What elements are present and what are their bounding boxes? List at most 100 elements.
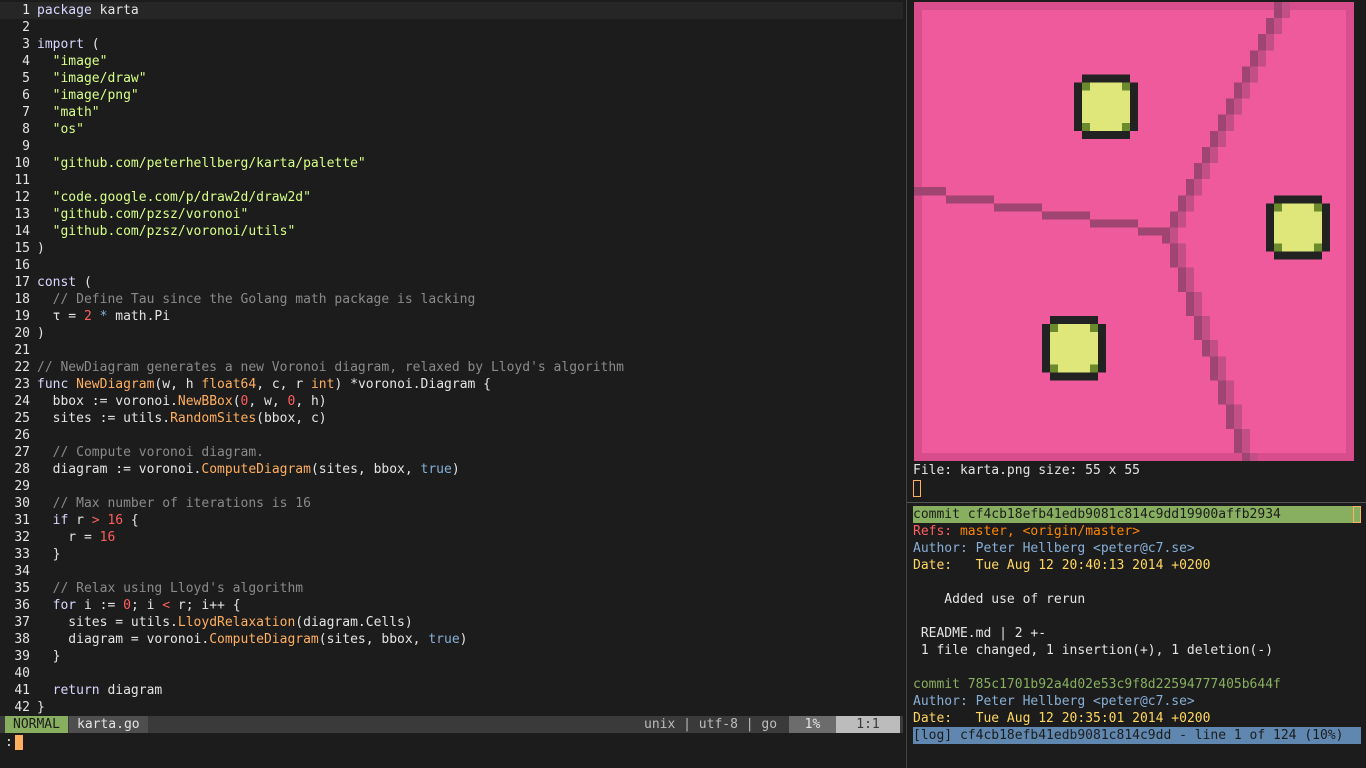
voronoi-edge-pixel [1034,203,1042,212]
line-number: 28 [14,462,30,477]
code-line[interactable]: 5 "image/draw" [0,70,903,87]
code-line[interactable]: 14 "github.com/pzsz/voronoi/utils" [0,223,903,240]
line-number: 29 [14,479,30,494]
voronoi-edge-pixel [1138,227,1146,236]
code-line[interactable]: 33 } [0,546,903,563]
code-line[interactable]: 8 "os" [0,121,903,138]
line-number: 10 [14,156,30,171]
code-line[interactable]: 9 [0,138,903,155]
code-editor[interactable]: 1 package karta 2 3 import (4 "image" 5 "imag… [0,0,903,716]
voronoi-edge-pixel [1194,299,1202,308]
code-line[interactable]: 26 [0,427,903,444]
voronoi-edge-pixel [1218,396,1226,405]
commit-line[interactable]: commit 785c1701b92a4d02e53c9f8d225947774… [913,676,1281,693]
code-line[interactable]: 16 [0,257,903,274]
code-line[interactable]: 1 package karta [0,2,903,19]
line-number: 16 [14,258,30,273]
code-line[interactable]: 35 // Relax using Lloyd's algorithm [0,580,903,597]
voronoi-edge-pixel [1050,211,1058,220]
voronoi-edge-pixel [1210,364,1218,373]
code-line[interactable]: 23 func NewDiagram(w, h float64, c, r int… [0,376,903,393]
command-line[interactable]: : [5,734,23,751]
code-line[interactable]: 15) [0,240,903,257]
code-line[interactable]: 37 sites = utils.LloydRelaxation(diagram… [0,614,903,631]
voronoi-edge-pixel [1226,122,1234,131]
code-token: (diagram.Cells) [295,615,413,630]
code-token: (bbox, c) [256,411,327,426]
line-number: 26 [14,428,30,443]
karta-image-preview [914,2,1354,461]
code-line[interactable]: 34 [0,563,903,580]
code-line[interactable]: 22 // NewDiagram generates a new Voronoi … [0,359,903,376]
code-line[interactable]: 20) [0,325,903,342]
line-number: 4 [22,54,30,69]
voronoi-edge-pixel [1218,372,1226,381]
code-line[interactable]: 29 [0,478,903,495]
code-line[interactable]: 31 if r > 16 { [0,512,903,529]
site-outline [1266,203,1274,252]
code-line[interactable]: 38 diagram = voronoi.ComputeDiagram(site… [0,631,903,648]
voronoi-edge-pixel [1186,275,1194,284]
code-line[interactable]: 11 [0,172,903,189]
voronoi-edge-pixel [1266,18,1274,27]
voronoi-edge-pixel [1202,155,1210,164]
code-line[interactable]: 10 "github.com/peterhellberg/karta/palet… [0,155,903,172]
code-line[interactable]: 3 import ( [0,36,903,53]
voronoi-edge-pixel [1170,251,1178,260]
code-line[interactable]: 2 [0,19,903,36]
voronoi-edge-pixel [1234,90,1242,99]
voronoi-edge-pixel [1170,219,1178,228]
status-percent: 1% [789,716,836,733]
code-line[interactable]: 7 "math" [0,104,903,121]
code-line[interactable]: 24 bbox := voronoi.NewBBox(0, w, 0, h) [0,393,903,410]
voronoi-edge-pixel [1178,259,1186,268]
code-token: } [37,700,45,715]
code-line[interactable]: 25 sites := utils.RandomSites(bbox, c) [0,410,903,427]
voronoi-edge-pixel [1194,308,1202,317]
code-line[interactable]: 28 diagram := voronoi.ComputeDiagram(sit… [0,461,903,478]
line-number: 11 [14,173,30,188]
voronoi-edge-pixel [1186,187,1194,196]
code-line[interactable]: 30 // Max number of iterations is 16 [0,495,903,512]
voronoi-edge-pixel [986,195,994,204]
voronoi-edge-pixel [1074,211,1082,220]
commit-line-selected[interactable]: commit cf4cb18efb41edb9081c814c9dd19900a… [913,506,1360,523]
code-line[interactable]: 19 τ = 2 * math.Pi [0,308,903,325]
code-line[interactable]: 4 "image" [0,53,903,70]
voronoi-edge-pixel [1234,420,1242,429]
voronoi-edge-pixel [1186,179,1194,188]
voronoi-edge-pixel [1258,50,1266,59]
code-token: diagram := voronoi. [37,462,202,477]
code-token: ( [76,275,92,290]
code-line[interactable]: 40 [0,665,903,682]
voronoi-edge-pixel [1058,211,1066,220]
code-line[interactable]: 39 } [0,648,903,665]
code-token: > [91,513,100,528]
code-token: // Relax using Lloyd's algorithm [52,581,304,596]
status-position: 1:1 [836,716,900,733]
code-line[interactable]: 21 [0,342,903,359]
code-line[interactable]: 13 "github.com/pzsz/voronoi" [0,206,903,223]
site-outline [1042,324,1050,373]
code-line[interactable]: 18 // Define Tau since the Golang math p… [0,291,903,308]
voronoi-edge-pixel [1218,122,1226,131]
code-line[interactable]: 27 // Compute voronoi diagram. [0,444,903,461]
vertical-split-divider[interactable] [906,0,907,768]
diffstat-summary: 1 file changed, 1 insertion(+), 1 deleti… [913,643,1274,658]
code-line[interactable]: 41 return diagram [0,682,903,699]
code-line[interactable]: 6 "image/png" [0,87,903,104]
code-line[interactable]: 17 const ( [0,274,903,291]
code-line[interactable]: 42} [0,699,903,716]
code-line[interactable]: 12 "code.google.com/p/draw2d/draw2d" [0,189,903,206]
code-line[interactable]: 32 r = 16 [0,529,903,546]
voronoi-edge-pixel [1178,203,1186,212]
horizontal-split-divider[interactable] [907,502,1366,503]
voronoi-edge-pixel [1194,179,1202,188]
line-number: 31 [14,513,30,528]
voronoi-edge-pixel [1234,428,1242,437]
code-line[interactable]: 36 for i := 0; i < r; i++ { [0,597,903,614]
code-token: "github.com/pzsz/voronoi" [52,207,249,222]
